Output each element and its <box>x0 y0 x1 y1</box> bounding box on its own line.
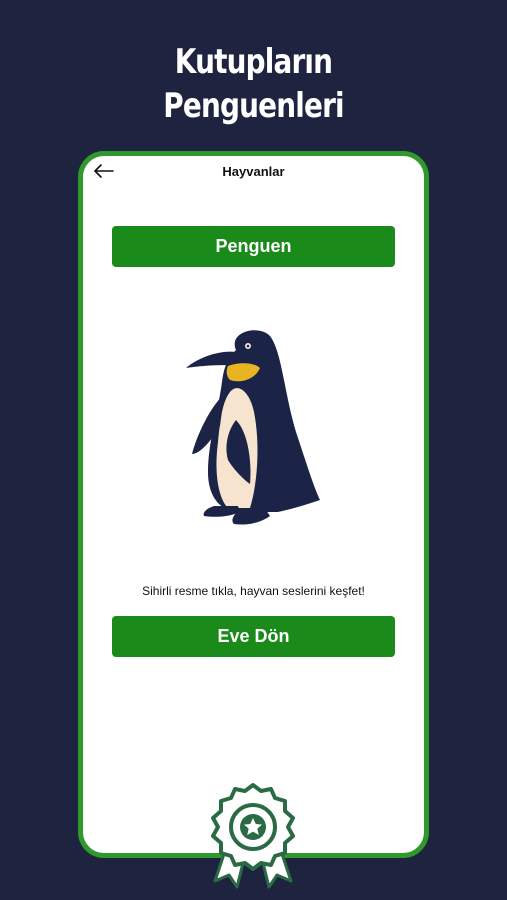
hint-text: Sihirli resme tıkla, hayvan seslerini ke… <box>142 584 365 598</box>
promo-title: Kutupların Penguenleri <box>46 40 462 128</box>
nav-title: Hayvanlar <box>222 164 285 179</box>
home-button[interactable]: Eve Dön <box>112 616 395 657</box>
promo-title-line-1: Kutupların <box>174 42 333 82</box>
phone-screen: Hayvanlar Penguen Sihirli resme tıkla, h… <box>78 151 429 858</box>
award-badge <box>205 781 301 891</box>
penguin-image[interactable] <box>178 322 328 532</box>
penguin-illustration <box>186 330 320 525</box>
animal-name-button[interactable]: Penguen <box>112 226 395 267</box>
promo-title-line-2: Penguenleri <box>163 86 344 126</box>
navigation-bar: Hayvanlar <box>83 156 424 188</box>
award-badge-star-icon <box>211 783 295 889</box>
